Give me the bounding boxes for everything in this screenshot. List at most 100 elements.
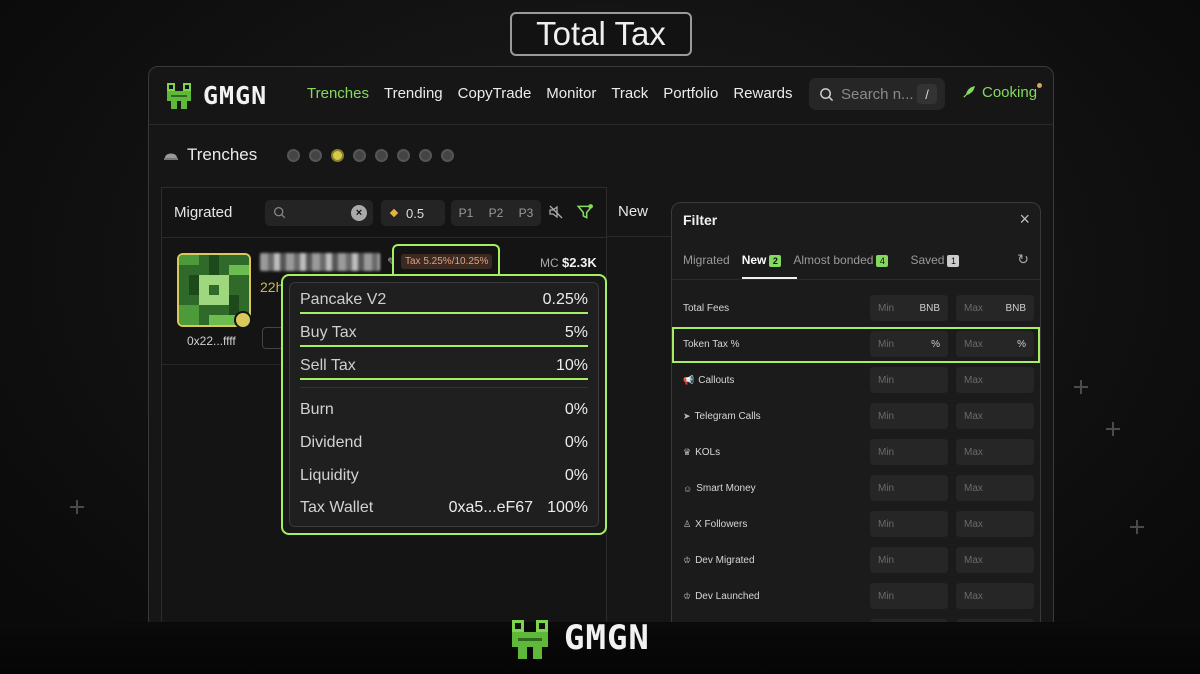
search-icon xyxy=(273,206,286,219)
filter-icon[interactable] xyxy=(576,203,594,221)
tax-tag-label: Tax 5.25%/10.25% xyxy=(401,254,493,269)
tab-migrated[interactable]: Migrated xyxy=(683,253,730,267)
notification-dot xyxy=(1037,83,1042,88)
filter-label-total-fees: Total Fees xyxy=(683,303,730,314)
footer-brand-name: GMGN xyxy=(564,618,650,658)
chain-option-icon[interactable] xyxy=(441,148,455,162)
filter-label-dev-launched: ♔ Dev Launched xyxy=(683,591,760,602)
main-nav: Trenches Trending CopyTrade Monitor Trac… xyxy=(307,85,793,102)
token-name-blurred xyxy=(260,253,380,271)
filter-label-callouts: 📢 Callouts xyxy=(683,375,735,386)
nav-copytrade[interactable]: CopyTrade xyxy=(458,85,532,102)
telegram-calls-min-input[interactable]: Min xyxy=(870,403,948,429)
kols-max-input[interactable]: Max xyxy=(956,439,1034,465)
user-icon: ♙ xyxy=(683,519,692,529)
x-followers-min-input[interactable]: Min xyxy=(870,511,948,537)
smart-money-max-input[interactable]: Max xyxy=(956,475,1034,501)
filter-label-dev-migrated: ♔ Dev Migrated xyxy=(683,555,755,566)
tax-row-pancake: Pancake V2 0.25% xyxy=(300,291,588,314)
chain-option-icon[interactable] xyxy=(353,148,367,162)
tab-count-badge: 4 xyxy=(876,255,889,267)
migrated-panel-title: Migrated xyxy=(174,204,233,221)
preset-p2[interactable]: P2 xyxy=(489,206,504,220)
dev-launched-min-input[interactable]: Min xyxy=(870,583,948,609)
token-tax-min-input[interactable]: Min% xyxy=(870,331,948,357)
cooking-button[interactable]: Cooking xyxy=(961,84,1037,101)
token-tax-max-input[interactable]: Max% xyxy=(956,331,1034,357)
preset-p3[interactable]: P3 xyxy=(519,206,534,220)
chain-option-icon[interactable] xyxy=(397,148,411,162)
migrated-panel-header: Migrated × 0.5 P1 P2 P3 xyxy=(162,188,606,238)
filter-row: ♔ Dev Migrated Min Max xyxy=(672,543,1040,579)
total-fees-min-input[interactable]: Min BNB xyxy=(870,295,948,321)
filter-label-x-followers: ♙ X Followers xyxy=(683,519,748,530)
nav-track[interactable]: Track xyxy=(611,85,648,102)
megaphone-icon: 📢 xyxy=(683,375,695,385)
chain-option-icon[interactable] xyxy=(287,148,301,162)
tax-row-label: Burn xyxy=(300,401,334,418)
preset-p1[interactable]: P1 xyxy=(459,206,474,220)
crown-icon: ♔ xyxy=(683,555,692,565)
tax-breakdown-popover: Pancake V2 0.25% Buy Tax 5% Sell Tax 10%… xyxy=(281,274,607,535)
mute-icon[interactable] xyxy=(548,204,564,220)
nav-monitor[interactable]: Monitor xyxy=(546,85,596,102)
x-followers-max-input[interactable]: Max xyxy=(956,511,1034,537)
brand-name: GMGN xyxy=(203,80,268,110)
search-input[interactable]: Search n... / xyxy=(809,78,945,110)
tax-tag[interactable]: Tax 5.25%/10.25% xyxy=(392,244,500,274)
dev-migrated-min-input[interactable]: Min xyxy=(870,547,948,573)
tax-row-dividend: Dividend 0% xyxy=(300,434,588,452)
tab-count-badge: 1 xyxy=(947,255,960,267)
clear-search-icon[interactable]: × xyxy=(351,205,367,221)
trenches-header: Trenches xyxy=(163,145,455,165)
tab-almost-bonded[interactable]: Almost bonded 4 xyxy=(793,253,889,267)
sparkle-decoration xyxy=(1130,520,1144,534)
quick-buy-amount[interactable]: 0.5 xyxy=(381,200,445,226)
tax-row-liquidity: Liquidity 0% xyxy=(300,467,588,485)
chain-option-icon[interactable] xyxy=(309,148,323,162)
tax-row-buy: Buy Tax 5% xyxy=(300,324,588,347)
hand-badge-icon xyxy=(234,311,252,329)
page-title-badge: Total Tax xyxy=(510,12,692,56)
filter-row: ➤ Telegram Calls Min Max xyxy=(672,399,1040,435)
nav-rewards[interactable]: Rewards xyxy=(733,85,792,102)
token-address[interactable]: 0x22...ffff xyxy=(187,334,236,348)
dev-migrated-max-input[interactable]: Max xyxy=(956,547,1034,573)
total-fees-max-input[interactable]: Max BNB xyxy=(956,295,1034,321)
telegram-calls-max-input[interactable]: Max xyxy=(956,403,1034,429)
callouts-max-input[interactable]: Max xyxy=(956,367,1034,393)
tax-wallet-address[interactable]: 0xa5...eF67 xyxy=(449,499,534,517)
nav-trenches[interactable]: Trenches xyxy=(307,85,369,102)
filter-label-token-tax: Token Tax % xyxy=(683,339,740,350)
nav-portfolio[interactable]: Portfolio xyxy=(663,85,718,102)
chain-option-icon[interactable] xyxy=(419,148,433,162)
brand-logo[interactable]: GMGN xyxy=(163,79,267,111)
tab-saved[interactable]: Saved 1 xyxy=(910,253,960,267)
tax-row-burn: Burn 0% xyxy=(300,401,588,419)
close-icon[interactable]: × xyxy=(1019,209,1030,230)
tax-row-label: Dividend xyxy=(300,434,363,451)
tax-row-value: 10% xyxy=(555,357,588,374)
refresh-icon[interactable]: ↻ xyxy=(1017,251,1029,268)
frog-logo-icon xyxy=(167,83,191,109)
preset-selector: P1 P2 P3 xyxy=(451,200,541,226)
filter-label-smart-money: ☺ Smart Money xyxy=(683,483,756,494)
nav-trending[interactable]: Trending xyxy=(384,85,443,102)
footer-logo: GMGN xyxy=(506,614,650,662)
market-cap: MC $2.3K xyxy=(540,255,597,270)
tax-row-label: Pancake V2 xyxy=(300,291,387,308)
dev-launched-max-input[interactable]: Max xyxy=(956,583,1034,609)
trenches-title: Trenches xyxy=(187,145,258,164)
chain-selector xyxy=(287,148,455,162)
divider xyxy=(300,387,588,388)
tax-wallet-label: Tax Wallet xyxy=(300,499,374,516)
chain-option-icon[interactable] xyxy=(375,148,389,162)
callouts-min-input[interactable]: Min xyxy=(870,367,948,393)
panel-search-input[interactable]: × xyxy=(265,200,373,226)
tab-new[interactable]: New 2 xyxy=(741,253,797,279)
tax-row-wallet: Tax Wallet 0xa5...eF67 100% xyxy=(300,499,588,517)
chain-bnb-icon[interactable] xyxy=(331,148,345,162)
smart-money-min-input[interactable]: Min xyxy=(870,475,948,501)
tax-wallet-share: 100% xyxy=(547,499,588,516)
kols-min-input[interactable]: Min xyxy=(870,439,948,465)
